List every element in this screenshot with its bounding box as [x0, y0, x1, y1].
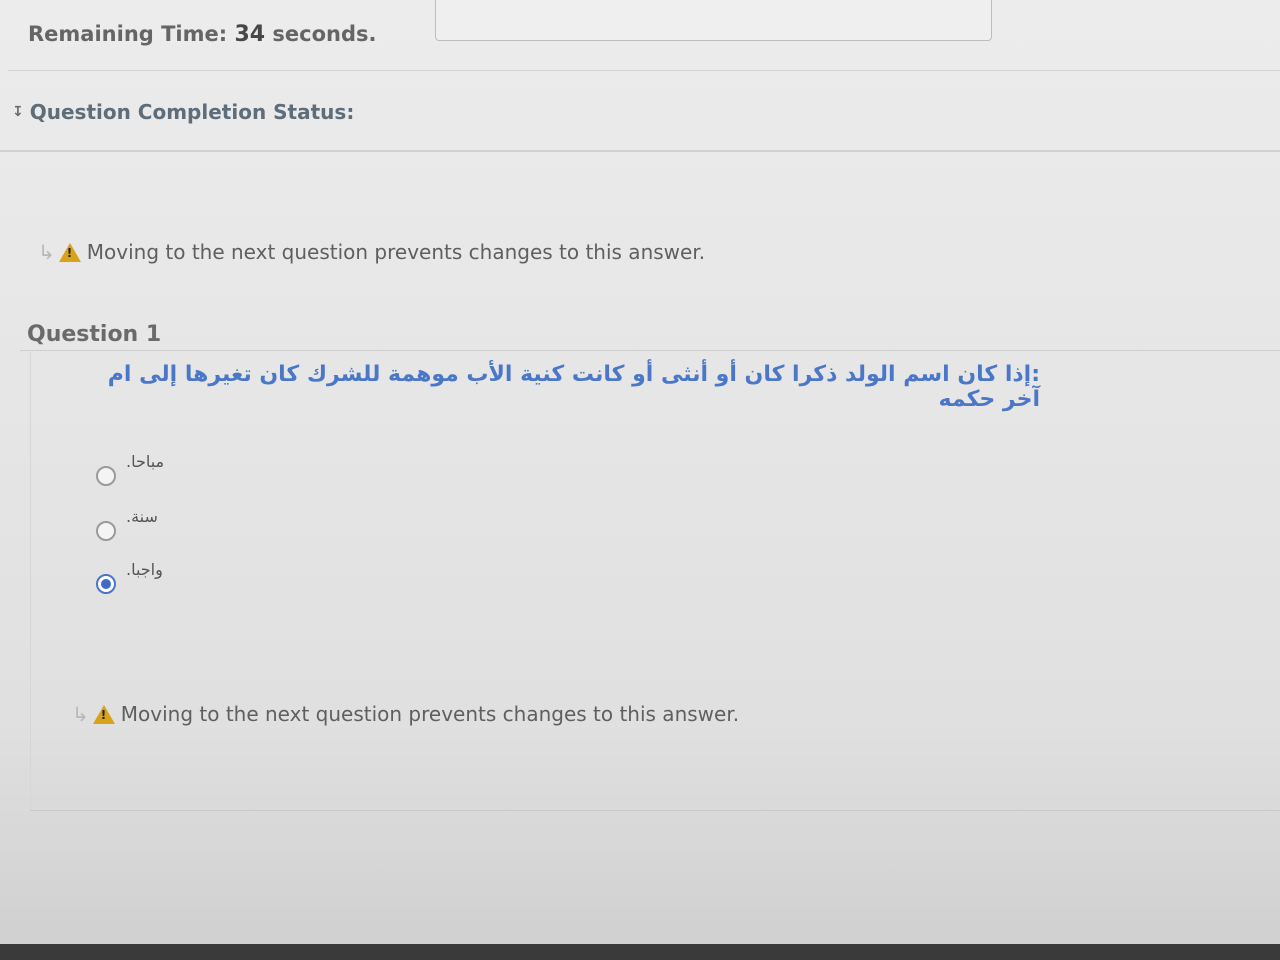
divider [20, 350, 1280, 351]
screen-bezel [0, 944, 1280, 960]
timer-box [435, 0, 992, 41]
option-label[interactable]: مباحا. [126, 452, 164, 471]
arrow-right-icon: ↳ [38, 240, 55, 264]
question-completion-status-toggle[interactable]: ↧ Question Completion Status: [12, 100, 354, 124]
completion-status-label: Question Completion Status: [29, 100, 355, 124]
remaining-time-value: 34 [234, 22, 266, 47]
answer-option[interactable]: واجبا. [96, 560, 163, 594]
radio-button[interactable] [96, 466, 116, 486]
radio-button-selected[interactable] [96, 574, 116, 594]
navigation-notice: ↳ Moving to the next question prevents c… [38, 240, 705, 264]
divider [0, 150, 1280, 152]
option-label[interactable]: سنة. [126, 507, 158, 526]
navigation-notice: ↳ Moving to the next question prevents c… [72, 702, 739, 726]
notice-text: Moving to the next question prevents cha… [86, 240, 706, 264]
warning-icon [92, 704, 115, 724]
remaining-time-unit: seconds. [272, 22, 377, 46]
question-border [30, 352, 31, 812]
question-text: :إذا كان اسم الولد ذكرا كان أو أنثى أو ك… [107, 362, 1040, 412]
divider [30, 810, 1280, 811]
divider [8, 70, 1280, 71]
warning-icon [58, 242, 81, 262]
radio-button[interactable] [96, 521, 116, 541]
option-label[interactable]: واجبا. [126, 560, 163, 579]
chevron-down-icon: ↧ [12, 104, 24, 120]
answer-option[interactable]: مباحا. [96, 452, 164, 486]
question-title: Question 1 [27, 322, 162, 347]
remaining-time: Remaining Time: 34 seconds. [28, 22, 376, 47]
answer-option[interactable]: سنة. [96, 507, 158, 541]
arrow-right-icon: ↳ [72, 702, 89, 726]
notice-text: Moving to the next question prevents cha… [120, 702, 740, 726]
remaining-time-label: Remaining Time: [28, 22, 228, 46]
